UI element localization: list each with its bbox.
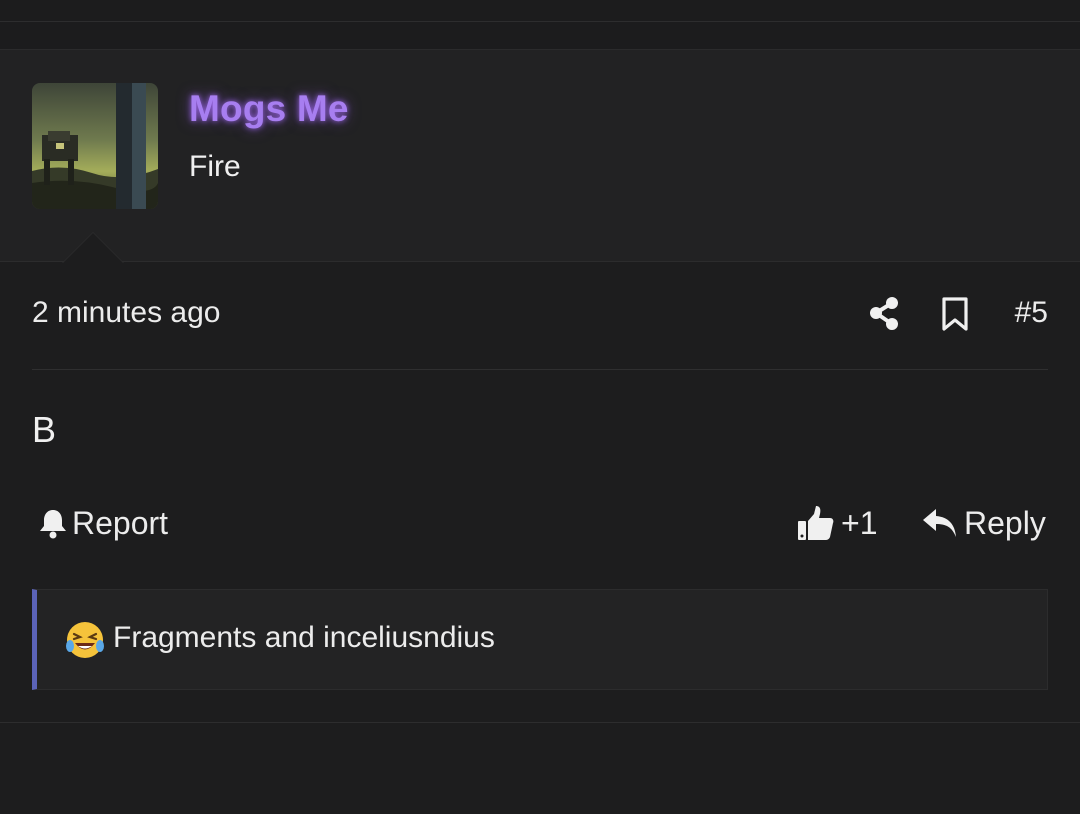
- top-strip: [0, 0, 1080, 22]
- reply-label: Reply: [964, 504, 1046, 541]
- reply-arrow-icon: [922, 507, 958, 539]
- post-actions: Report +1 Reply: [32, 498, 1048, 548]
- avatar[interactable]: [32, 83, 158, 209]
- bell-icon: [38, 507, 68, 539]
- laughing-crying-emoji-icon: [65, 620, 105, 660]
- meta-divider: [32, 369, 1048, 370]
- like-count: +1: [841, 504, 878, 541]
- report-label: Report: [72, 504, 169, 541]
- like-button[interactable]: +1: [797, 502, 877, 544]
- share-icon[interactable]: [868, 296, 900, 332]
- post-body: B: [32, 409, 57, 450]
- section-strip: [0, 22, 1080, 50]
- post-meta-row: 2 minutes ago #5: [32, 288, 1048, 340]
- reaction-quote: Fragments and inceliusndius: [32, 589, 1048, 690]
- thumbs-up-icon: [797, 504, 835, 542]
- reaction-text: Fragments and inceliusndius: [113, 621, 495, 654]
- post-timestamp[interactable]: 2 minutes ago: [32, 296, 220, 330]
- bookmark-icon[interactable]: [940, 296, 970, 332]
- report-button[interactable]: Report: [38, 502, 168, 544]
- reply-button[interactable]: Reply: [922, 502, 1046, 544]
- header-caret: [63, 233, 123, 263]
- post-author-header: Mogs Me Fire: [0, 50, 1080, 263]
- bottom-divider: [0, 722, 1080, 723]
- username[interactable]: Mogs Me: [189, 88, 349, 130]
- post-number-link[interactable]: #5: [1015, 296, 1048, 330]
- user-title: Fire: [189, 150, 241, 183]
